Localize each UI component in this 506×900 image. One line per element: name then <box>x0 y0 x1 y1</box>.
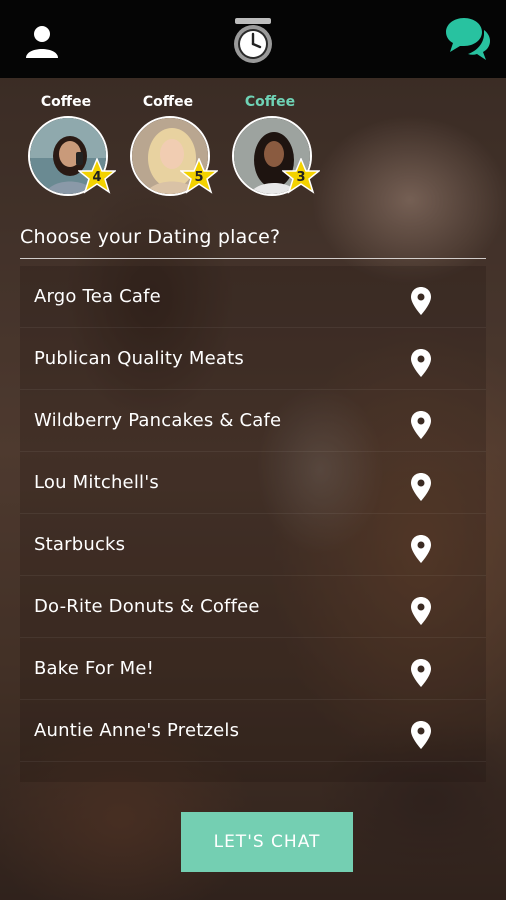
place-name: Argo Tea Cafe <box>34 286 161 307</box>
place-name: Do-Rite Donuts & Coffee <box>34 596 260 617</box>
chat-button[interactable] <box>444 16 490 62</box>
location-pin-icon[interactable] <box>410 286 432 316</box>
user-icon <box>26 26 58 58</box>
location-pin-icon[interactable] <box>410 472 432 502</box>
places-list: Argo Tea Cafe Publican Quality Meats Wil… <box>20 266 486 782</box>
list-item[interactable]: Bake For Me! <box>20 638 486 700</box>
rating-star-icon: 5 <box>178 157 220 194</box>
place-name: Publican Quality Meats <box>34 348 244 369</box>
location-pin-icon[interactable] <box>410 348 432 378</box>
place-name: Wildberry Pancakes & Cafe <box>34 410 282 431</box>
divider <box>20 258 486 259</box>
place-name: Lou Mitchell's <box>34 472 159 493</box>
rating-value: 4 <box>92 170 102 185</box>
stopwatch-icon <box>234 18 272 63</box>
location-pin-icon[interactable] <box>410 658 432 688</box>
match-label: Coffee <box>142 94 194 110</box>
location-pin-icon[interactable] <box>410 534 432 564</box>
list-item[interactable]: Do-Rite Donuts & Coffee <box>20 576 486 638</box>
top-bar <box>0 0 506 78</box>
place-name: Starbucks <box>34 534 126 555</box>
place-name: Bake For Me! <box>34 658 155 679</box>
location-pin-icon[interactable] <box>410 720 432 750</box>
rating-star-icon: 3 <box>280 157 322 194</box>
profile-button[interactable] <box>22 22 62 62</box>
rating-value: 3 <box>296 170 306 185</box>
location-pin-icon[interactable] <box>410 596 432 626</box>
match-label: Coffee <box>244 94 296 110</box>
timer-button[interactable] <box>228 16 278 66</box>
rating-star-icon: 4 <box>76 157 118 194</box>
list-item[interactable]: Publican Quality Meats <box>20 328 486 390</box>
list-item[interactable]: Auntie Anne's Pretzels <box>20 700 486 762</box>
matches-row: Coffee 4 Coffee 5 Coffee 3 <box>0 78 506 208</box>
match-card[interactable]: Coffee 5 <box>126 78 222 203</box>
chat-bubbles-icon <box>446 18 490 60</box>
page-title: Choose your Dating place? <box>20 226 281 248</box>
list-item[interactable]: Argo Tea Cafe <box>20 266 486 328</box>
place-name: Auntie Anne's Pretzels <box>34 720 240 741</box>
match-card[interactable]: Coffee 3 <box>228 78 324 203</box>
location-pin-icon[interactable] <box>410 410 432 440</box>
rating-value: 5 <box>194 170 204 185</box>
list-item[interactable]: Starbucks <box>20 514 486 576</box>
match-label: Coffee <box>40 94 92 110</box>
list-item[interactable]: Wildberry Pancakes & Cafe <box>20 390 486 452</box>
match-card[interactable]: Coffee 4 <box>24 78 120 203</box>
lets-chat-button[interactable]: LET'S CHAT <box>181 812 353 872</box>
list-item[interactable]: Lou Mitchell's <box>20 452 486 514</box>
